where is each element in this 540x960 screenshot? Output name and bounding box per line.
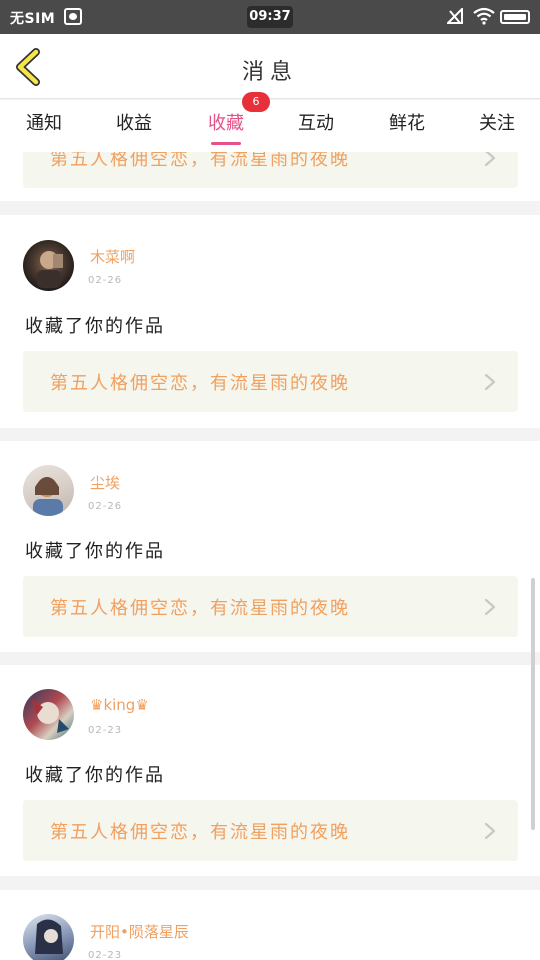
- action-text: 收藏了你的作品: [25, 316, 165, 337]
- work-title: 第五人格佣空恋，有流星雨的夜晚: [50, 598, 350, 619]
- carrier-label: 无SIM: [10, 11, 56, 27]
- message-list: 第五人格佣空恋，有流星雨的夜晚 木菜啊 02-26 收藏了你的作品 第五人格佣空…: [0, 152, 540, 960]
- header: 消息: [0, 34, 540, 99]
- tab-favorites[interactable]: 收藏: [203, 100, 249, 152]
- action-text: 收藏了你的作品: [25, 765, 165, 786]
- list-item: ♛king♛ 02-23 收藏了你的作品 第五人格佣空恋，有流星雨的夜晚: [0, 665, 540, 876]
- date: 02-23: [88, 725, 123, 736]
- action-text: 收藏了你的作品: [25, 541, 165, 562]
- avatar[interactable]: [23, 240, 74, 291]
- sim-icon: [64, 8, 82, 25]
- list-item: 木菜啊 02-26 收藏了你的作品 第五人格佣空恋，有流星雨的夜晚: [0, 215, 540, 428]
- tab-bar: 通知 收益 收藏 互动 鲜花 关注 6: [0, 92, 540, 152]
- tab-flowers[interactable]: 鲜花: [385, 100, 429, 152]
- battery-icon: [500, 10, 530, 24]
- date: 02-26: [88, 275, 123, 286]
- date: 02-26: [88, 501, 123, 512]
- username[interactable]: 开阳•陨落星辰: [90, 921, 189, 942]
- tab-label: 关注: [479, 113, 515, 134]
- page-title: 消息: [241, 60, 298, 85]
- work-title: 第五人格佣空恋，有流星雨的夜晚: [50, 822, 350, 843]
- active-tab-indicator: [211, 142, 241, 145]
- status-bar: 无SIM 09:37: [0, 0, 540, 34]
- favorites-badge: 6: [242, 92, 270, 112]
- avatar[interactable]: [23, 689, 74, 740]
- work-title: 第五人格佣空恋，有流星雨的夜晚: [50, 152, 350, 170]
- tab-label: 收益: [116, 113, 152, 134]
- username[interactable]: 木菜啊: [90, 246, 135, 267]
- work-link[interactable]: 第五人格佣空恋，有流星雨的夜晚: [23, 576, 518, 637]
- tab-label: 通知: [26, 113, 62, 134]
- chevron-right-icon: [484, 152, 496, 167]
- date: 02-23: [88, 950, 123, 960]
- username[interactable]: 尘埃: [90, 472, 120, 493]
- work-link[interactable]: 第五人格佣空恋，有流星雨的夜晚: [23, 351, 518, 412]
- tab-earnings[interactable]: 收益: [112, 100, 156, 152]
- list-item: 第五人格佣空恋，有流星雨的夜晚: [0, 152, 540, 201]
- tab-notifications[interactable]: 通知: [22, 100, 66, 152]
- tab-interactions[interactable]: 互动: [294, 100, 338, 152]
- chevron-right-icon: [484, 822, 496, 840]
- chevron-right-icon: [484, 598, 496, 616]
- tab-label: 收藏: [208, 113, 244, 134]
- clock: 09:37: [247, 6, 293, 28]
- no-signal-icon: [447, 8, 463, 24]
- avatar[interactable]: [23, 914, 74, 960]
- tab-follows[interactable]: 关注: [475, 100, 519, 152]
- wifi-icon: [473, 7, 495, 25]
- username[interactable]: ♛king♛: [90, 696, 149, 714]
- work-link[interactable]: 第五人格佣空恋，有流星雨的夜晚: [23, 152, 518, 188]
- scrollbar[interactable]: [531, 578, 535, 830]
- list-item: 开阳•陨落星辰 02-23: [0, 890, 540, 960]
- tab-label: 鲜花: [389, 113, 425, 134]
- list-item: 尘埃 02-26 收藏了你的作品 第五人格佣空恋，有流星雨的夜晚: [0, 441, 540, 652]
- avatar[interactable]: [23, 465, 74, 516]
- tab-label: 互动: [298, 113, 334, 134]
- work-link[interactable]: 第五人格佣空恋，有流星雨的夜晚: [23, 800, 518, 861]
- chevron-right-icon: [484, 373, 496, 391]
- work-title: 第五人格佣空恋，有流星雨的夜晚: [50, 373, 350, 394]
